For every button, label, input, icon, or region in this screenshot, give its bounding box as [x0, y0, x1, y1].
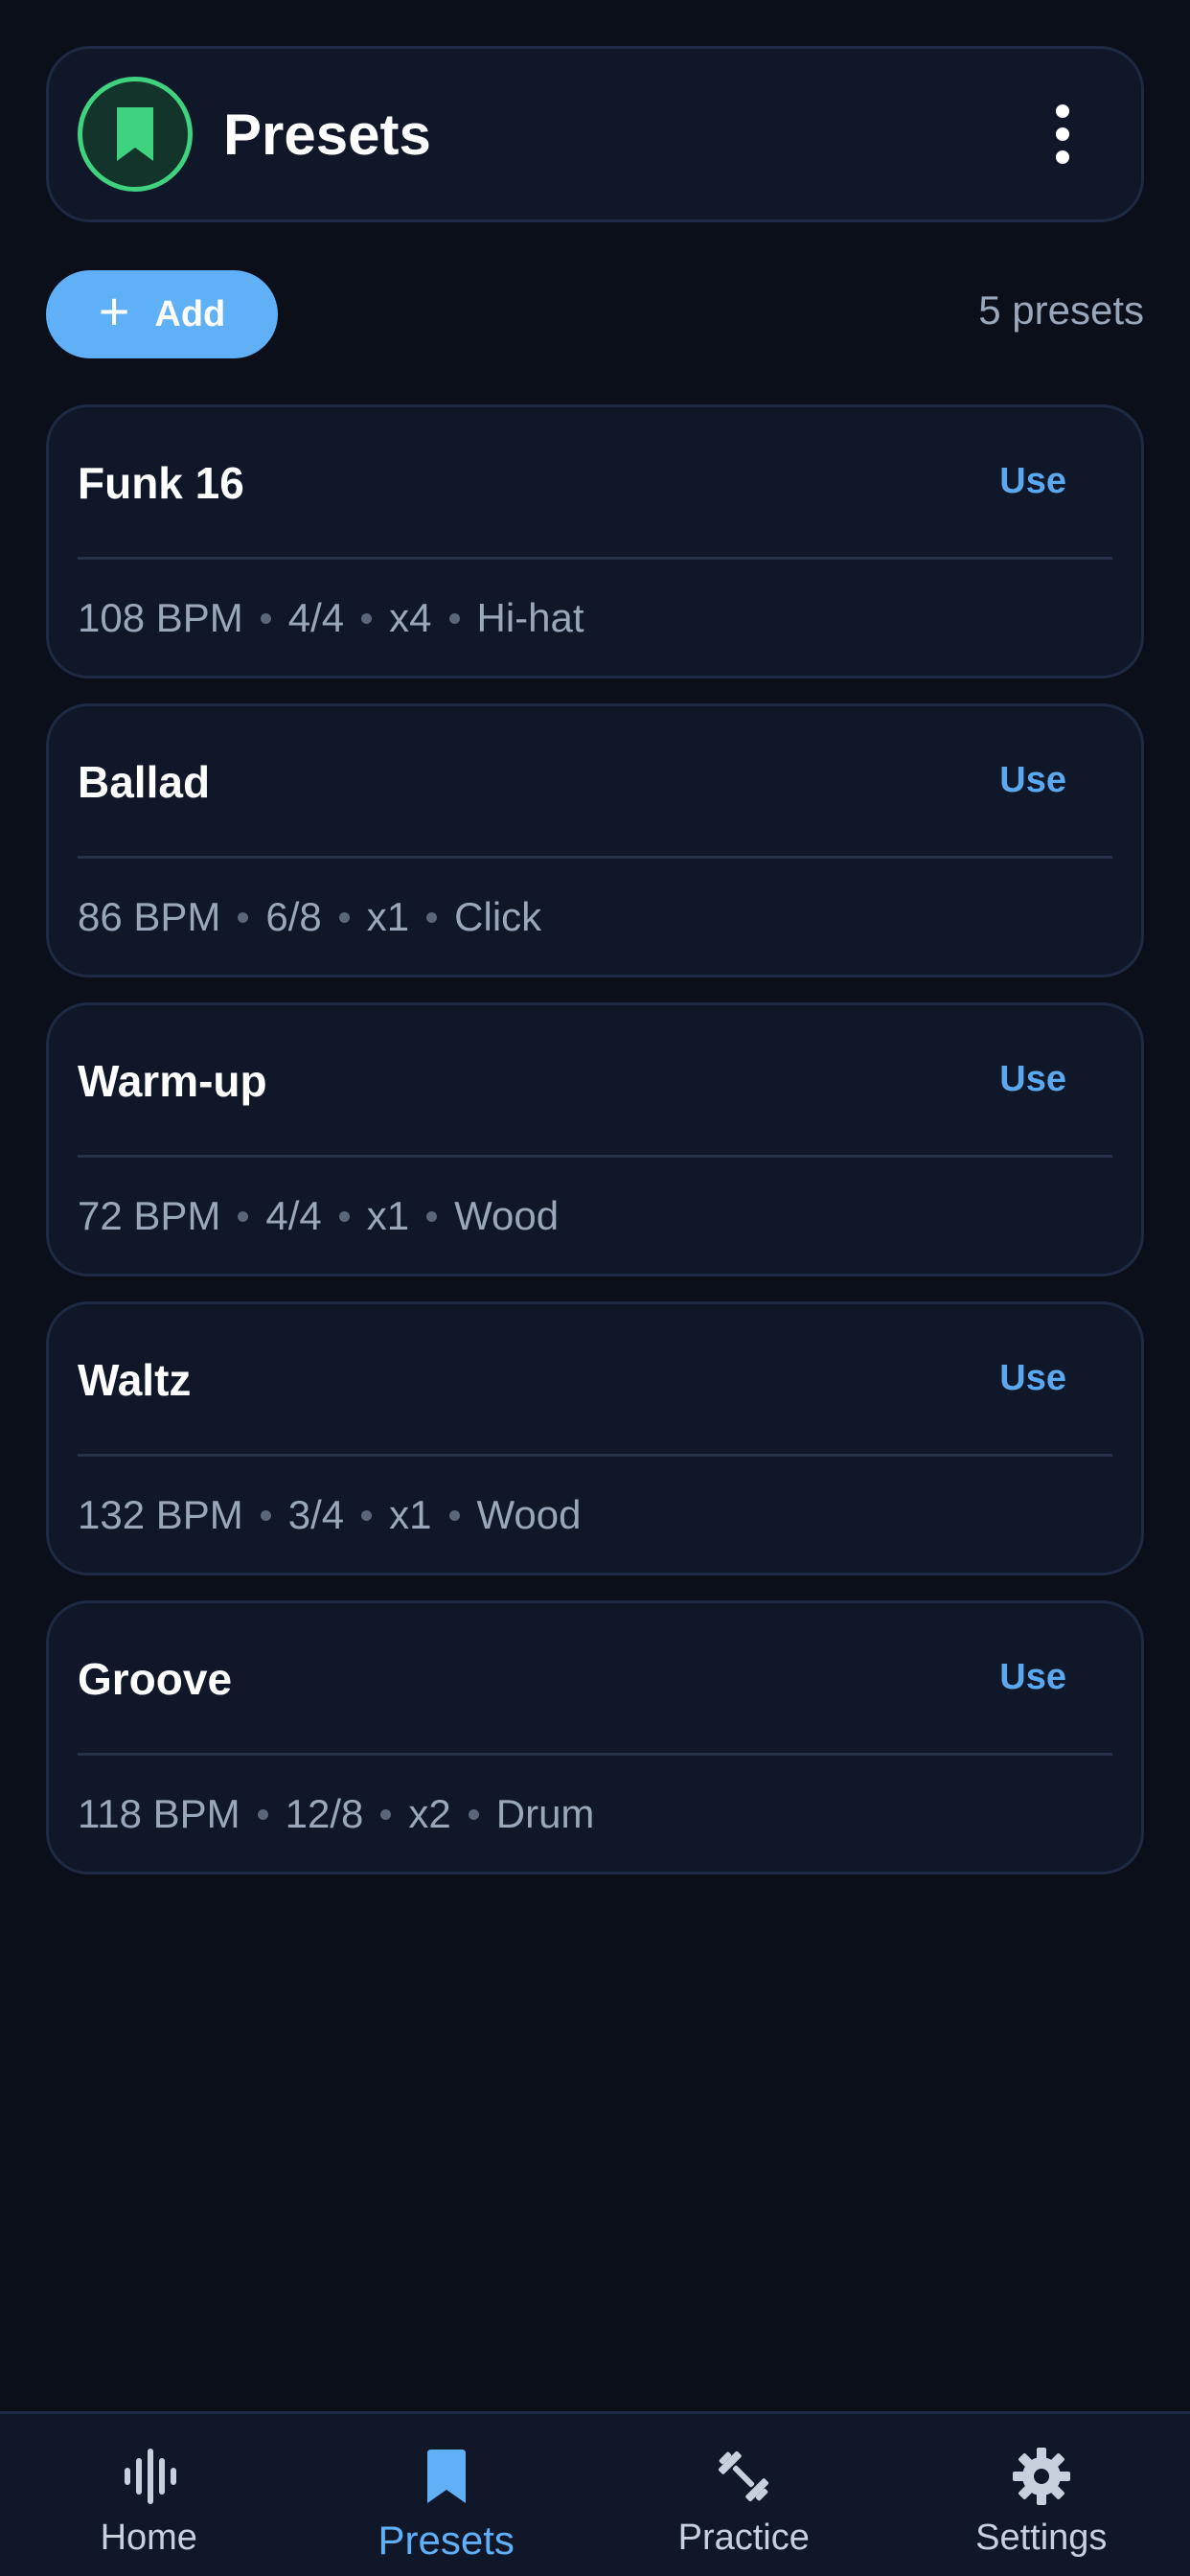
preset-sound: Hi-hat: [476, 595, 584, 640]
use-preset-button[interactable]: Use: [999, 1059, 1066, 1100]
bottom-nav: Home Presets Practice Settings: [0, 2411, 1190, 2576]
separator-dot: [468, 1808, 479, 1820]
preset-time-signature: 4/4: [265, 1193, 322, 1238]
waveform-icon: [115, 2443, 182, 2510]
use-preset-button[interactable]: Use: [999, 760, 1066, 801]
preset-subdivision: x1: [366, 1193, 410, 1238]
preset-time-signature: 3/4: [287, 1492, 345, 1537]
preset-card: Warm-up Use 72 BPM 4/4 x1 Wood: [46, 1002, 1144, 1276]
preset-list: Funk 16 Use 108 BPM 4/4 x4 Hi-hat Ballad…: [46, 404, 1144, 1899]
preset-count: 5 presets: [978, 288, 1144, 333]
preset-time-signature: 12/8: [285, 1791, 364, 1836]
preset-bpm: 86 BPM: [78, 894, 221, 939]
nav-label: Home: [100, 2518, 197, 2558]
divider: [78, 856, 1112, 859]
preset-meta: 86 BPM 6/8 x1 Click: [78, 894, 541, 940]
preset-meta: 132 BPM 3/4 x1 Wood: [78, 1492, 581, 1538]
more-vertical-icon[interactable]: [1024, 86, 1101, 182]
preset-bpm: 118 BPM: [78, 1791, 240, 1836]
preset-bpm: 72 BPM: [78, 1193, 221, 1238]
separator-dot: [238, 1210, 249, 1222]
separator-dot: [260, 1509, 271, 1521]
nav-label: Settings: [975, 2518, 1108, 2558]
preset-sound: Click: [454, 894, 542, 939]
preset-subdivision: x4: [389, 595, 432, 640]
preset-sound: Wood: [454, 1193, 560, 1238]
preset-name: Warm-up: [78, 1056, 267, 1106]
separator-dot: [361, 612, 373, 624]
separator-dot: [448, 1509, 460, 1521]
presets-screen: Presets + Add 5 presets Funk 16 Use 108 …: [0, 0, 1190, 2576]
bookmark-icon: [413, 2443, 480, 2510]
preset-name: Waltz: [78, 1355, 192, 1405]
separator-dot: [361, 1509, 373, 1521]
preset-subdivision: x1: [366, 894, 410, 939]
plus-icon: +: [98, 281, 130, 341]
preset-sound: Wood: [476, 1492, 582, 1537]
add-preset-button[interactable]: + Add: [46, 270, 278, 358]
preset-bpm: 132 BPM: [78, 1492, 243, 1537]
add-button-label: Add: [154, 293, 226, 334]
app-header: Presets: [46, 46, 1144, 222]
separator-dot: [338, 1210, 350, 1222]
separator-dot: [380, 1808, 392, 1820]
use-preset-button[interactable]: Use: [999, 461, 1066, 502]
separator-dot: [426, 911, 438, 923]
preset-card: Funk 16 Use 108 BPM 4/4 x4 Hi-hat: [46, 404, 1144, 678]
preset-meta: 72 BPM 4/4 x1 Wood: [78, 1193, 559, 1239]
preset-subdivision: x1: [389, 1492, 432, 1537]
nav-item-settings[interactable]: Settings: [893, 2414, 1190, 2576]
page-title: Presets: [223, 102, 431, 167]
separator-dot: [426, 1210, 438, 1222]
use-preset-button[interactable]: Use: [999, 1657, 1066, 1698]
divider: [78, 1155, 1112, 1158]
preset-card: Waltz Use 132 BPM 3/4 x1 Wood: [46, 1301, 1144, 1576]
bookmark-icon: [78, 77, 193, 192]
preset-subdivision: x2: [408, 1791, 451, 1836]
separator-dot: [260, 612, 271, 624]
preset-name: Funk 16: [78, 458, 244, 508]
nav-item-practice[interactable]: Practice: [595, 2414, 893, 2576]
separator-dot: [338, 911, 350, 923]
divider: [78, 557, 1112, 560]
divider: [78, 1753, 1112, 1756]
preset-time-signature: 4/4: [287, 595, 345, 640]
dumbbell-icon: [710, 2443, 777, 2510]
preset-card: Groove Use 118 BPM 12/8 x2 Drum: [46, 1600, 1144, 1874]
nav-label: Presets: [378, 2518, 515, 2563]
preset-card: Ballad Use 86 BPM 6/8 x1 Click: [46, 703, 1144, 978]
nav-label: Practice: [677, 2518, 810, 2558]
nav-item-presets[interactable]: Presets: [298, 2414, 596, 2576]
separator-dot: [238, 911, 249, 923]
gear-icon: [1008, 2443, 1075, 2510]
preset-name: Groove: [78, 1654, 233, 1704]
preset-sound: Drum: [495, 1791, 595, 1836]
preset-time-signature: 6/8: [265, 894, 322, 939]
use-preset-button[interactable]: Use: [999, 1358, 1066, 1399]
preset-meta: 118 BPM 12/8 x2 Drum: [78, 1791, 594, 1837]
preset-bpm: 108 BPM: [78, 595, 243, 640]
preset-name: Ballad: [78, 757, 211, 807]
divider: [78, 1454, 1112, 1457]
preset-meta: 108 BPM 4/4 x4 Hi-hat: [78, 595, 584, 641]
nav-item-home[interactable]: Home: [0, 2414, 298, 2576]
separator-dot: [257, 1808, 268, 1820]
separator-dot: [448, 612, 460, 624]
